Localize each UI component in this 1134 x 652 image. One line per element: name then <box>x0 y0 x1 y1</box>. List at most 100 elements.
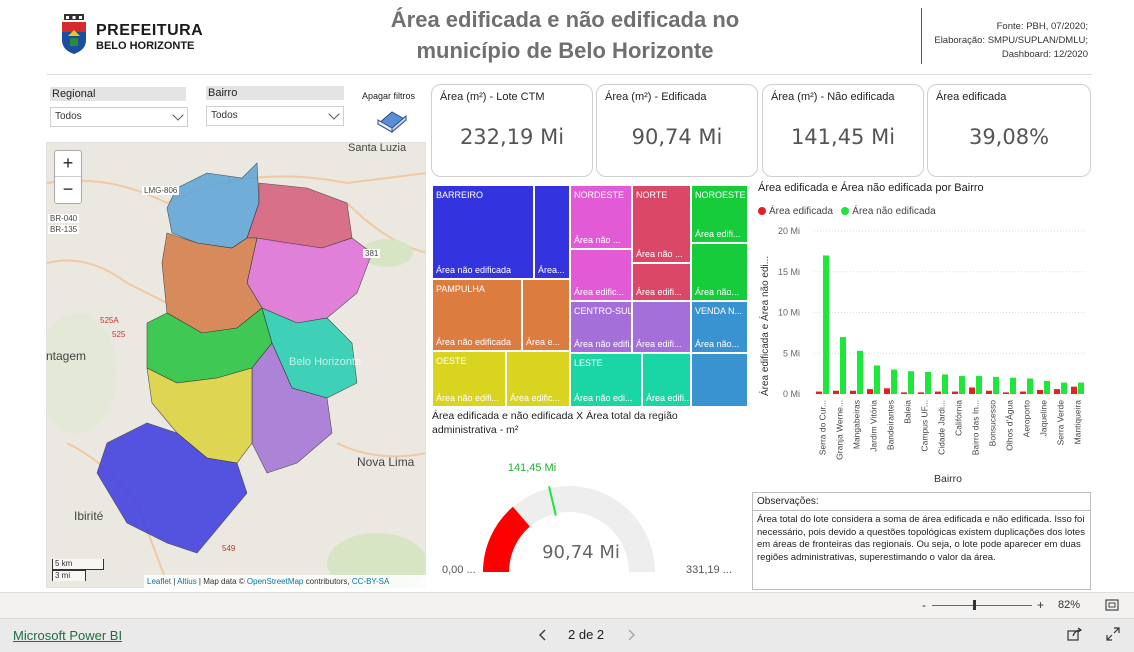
attribution-text: | Map data © <box>196 577 247 586</box>
treemap-cell-label: Área não... <box>695 339 740 349</box>
map-zoom-in-button[interactable]: + <box>55 151 81 177</box>
treemap-cell-title: PAMPULHA <box>436 284 485 294</box>
bar-edificada <box>969 387 975 394</box>
y-axis-title: Área edificada e Área não edi... <box>758 256 771 396</box>
bar-edificada <box>1037 389 1043 394</box>
fit-to-page-icon[interactable] <box>1105 599 1119 611</box>
bar-nao-edificada <box>925 371 931 394</box>
treemap-cell-title: CENTRO-SUL <box>574 306 632 316</box>
report-canvas: PREFEITURA BELO HORIZONTE Área edificada… <box>0 0 1134 652</box>
observations-title: Observações: <box>757 496 819 507</box>
treemap-cell-oeste-edificada[interactable]: Área edific... <box>506 351 570 407</box>
page-title: Área edificada e não edificada no municí… <box>340 4 790 66</box>
gauge-chart[interactable]: 90,74 Mi 141,45 Mi 0,00 ... 331,19 ... <box>432 450 748 585</box>
clear-filters-label[interactable]: Apagar filtros <box>362 91 415 101</box>
leaflet-link[interactable]: Leaflet <box>147 577 171 586</box>
treemap-cell-centro-sul-edificada[interactable]: Área edifi... <box>632 301 691 353</box>
bar-chart-legend: Área edificada Área não edificada <box>758 206 936 217</box>
gauge-max-label: 331,19 ... <box>686 564 732 576</box>
treemap-cell-noroeste-nao-edificada[interactable]: Área não... <box>691 243 748 301</box>
treemap-cell-label: Área edifi... <box>646 393 691 403</box>
bar-chart[interactable]: 0 Mi 5 Mi 10 Mi 15 Mi 20 Mi Área edificada e … <box>752 220 1092 490</box>
x-tick-label: Califórnia <box>954 400 964 436</box>
bairro-dropdown-value: Todos <box>211 110 238 121</box>
treemap-cell-label: Área não edificada <box>436 337 512 347</box>
x-tick-label: Mangabeiras <box>852 400 862 449</box>
treemap-cell-label: Área não... <box>695 287 740 297</box>
map-label-road: 525A <box>100 316 119 325</box>
treemap-cell-noroeste[interactable]: NOROESTE Área edifi... <box>691 185 748 243</box>
bar-nao-edificada <box>857 350 863 394</box>
share-icon[interactable] <box>1067 627 1083 641</box>
treemap-cell-centro-sul[interactable]: CENTRO-SUL Área não edifi... <box>570 301 632 353</box>
license-link[interactable]: CC-BY-SA <box>352 577 390 586</box>
treemap-cell-label: Área edifi... <box>695 229 741 239</box>
map-zoom-control: + − <box>54 150 82 204</box>
treemap-cell-leste[interactable]: LESTE Área não edi... <box>570 353 642 407</box>
bar-edificada <box>850 390 856 394</box>
zoom-in-button[interactable]: + <box>1037 598 1044 612</box>
zoom-slider-track[interactable] <box>932 605 1032 606</box>
treemap-cell-title: BARREIRO <box>436 190 484 200</box>
eraser-icon[interactable] <box>374 106 410 134</box>
x-tick-label: Serra do Cur... <box>818 400 828 455</box>
coat-of-arms-icon <box>62 14 86 54</box>
regional-dropdown[interactable]: Todos <box>50 107 188 127</box>
y-tick-label: 0 Mi <box>783 389 800 399</box>
altius-link[interactable]: Altius <box>177 577 197 586</box>
treemap-cell-barreiro[interactable]: BARREIRO Área não edificada <box>432 185 534 279</box>
zoom-slider-thumb[interactable] <box>973 600 976 610</box>
treemap-cell-nordeste[interactable]: NORDESTE Área não ... <box>570 185 632 249</box>
osm-link[interactable]: OpenStreetMap <box>247 577 303 586</box>
bar-nao-edificada <box>1061 382 1067 394</box>
map-label-santa-luzia: Santa Luzia <box>348 142 407 154</box>
regional-filter-label: Regional <box>50 87 186 101</box>
treemap-cell-venda-nova[interactable]: VENDA N... Área não... <box>691 301 748 353</box>
gauge-target-label: 141,45 Mi <box>508 462 556 474</box>
treemap-cell-label: Área edific... <box>510 393 561 403</box>
treemap-cell-label: Área não edifi... <box>574 339 632 349</box>
legend-label-edificada[interactable]: Área edificada <box>769 206 833 217</box>
source-text: Fonte: PBH, 07/2020; <box>996 21 1088 32</box>
bar-chart-title: Área edificada e Área não edificada por … <box>758 182 984 194</box>
elaboration-text: Elaboração: SMPU/SUPLAN/DMLU; <box>934 35 1088 46</box>
map-label-contagem: ntagem <box>46 349 87 363</box>
bar-nao-edificada <box>993 376 999 394</box>
bar-edificada <box>816 391 822 394</box>
treemap-cell-nordeste-edificada[interactable]: Área edific... <box>570 249 632 301</box>
treemap-cell-leste-edificada[interactable]: Área edifi... <box>642 353 691 407</box>
treemap-cell-label: Área edific... <box>574 287 625 297</box>
powerbi-footer <box>0 618 1134 652</box>
treemap-cell-norte[interactable]: NORTE Área não ... <box>632 185 691 263</box>
previous-page-icon[interactable] <box>538 629 548 641</box>
observations-text: Área total do lote considera a soma de á… <box>757 514 1085 563</box>
chevron-down-icon <box>172 109 184 121</box>
region-treemap[interactable]: BARREIRO Área não edificada Área... PAMP… <box>432 185 748 407</box>
bairro-dropdown[interactable]: Todos <box>206 106 344 126</box>
treemap-cell-venda-nova-edificada[interactable] <box>691 353 748 407</box>
regional-dropdown-value: Todos <box>55 111 82 122</box>
treemap-cell-norte-edificada[interactable]: Área edifi... <box>632 263 691 301</box>
map-label-road: BR-040 <box>48 214 80 223</box>
bar-nao-edificada <box>1010 377 1016 394</box>
zoom-out-button[interactable]: - <box>922 598 926 612</box>
treemap-cell-oeste[interactable]: OESTE Área não edifi... <box>432 351 506 407</box>
kpi-value: 90,74 Mi <box>631 125 723 149</box>
kpi-card-nao-edificada: Área (m²) - Não edificada 141,45 Mi <box>762 84 924 177</box>
kpi-label: Área (m²) - Não edificada <box>771 91 895 103</box>
map-zoom-out-button[interactable]: − <box>55 177 81 203</box>
bairro-filter-label: Bairro <box>206 86 344 100</box>
x-tick-label: Jardim Vitória <box>869 400 879 452</box>
y-tick-label: 10 Mi <box>778 308 800 318</box>
legend-label-nao-edificada[interactable]: Área não edificada <box>852 206 935 217</box>
fullscreen-icon[interactable] <box>1106 627 1120 641</box>
bar-nao-edificada <box>908 371 914 394</box>
next-page-icon[interactable] <box>626 629 636 641</box>
powerbi-link[interactable]: Microsoft Power BI <box>13 628 122 643</box>
treemap-cell-barreiro-edificada[interactable]: Área... <box>534 185 570 279</box>
bar-edificada <box>867 389 873 394</box>
treemap-cell-label: Área não edifi... <box>436 393 500 403</box>
treemap-cell-pampulha-edificada[interactable]: Área e... <box>522 279 570 351</box>
y-tick-label: 5 Mi <box>783 348 800 358</box>
treemap-cell-pampulha[interactable]: PAMPULHA Área não edificada <box>432 279 522 351</box>
